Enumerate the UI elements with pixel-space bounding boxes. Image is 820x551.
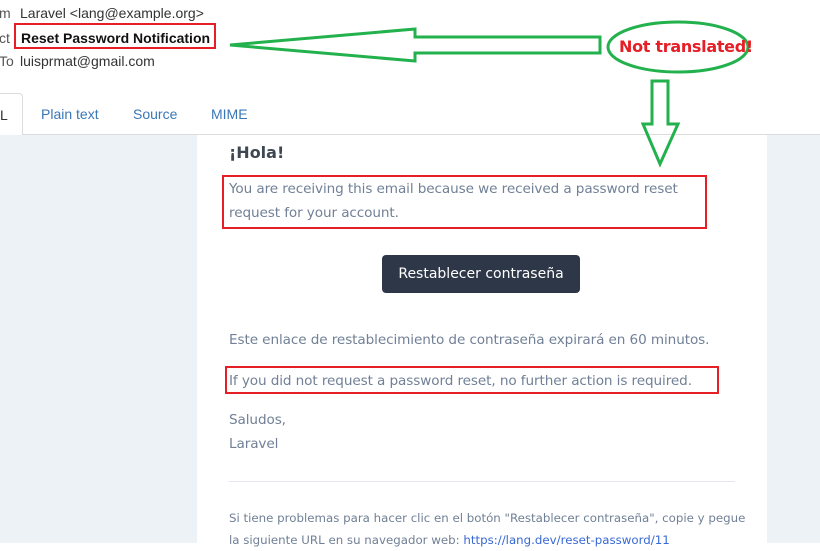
subject-highlight-box	[14, 23, 216, 49]
reset-url-link[interactable]: https://lang.dev/reset-password/11	[463, 533, 669, 547]
not-translated-callout: Not translated!	[619, 37, 753, 56]
email-greeting: ¡Hola!	[229, 143, 285, 162]
tab-source[interactable]: Source	[133, 93, 177, 135]
intro-highlight-box	[222, 175, 707, 229]
reset-password-button[interactable]: Restablecer contraseña	[382, 255, 580, 293]
from-value: Laravel <lang@example.org>	[20, 5, 204, 21]
email-signature: Laravel	[229, 436, 279, 452]
subcopy-divider	[229, 481, 735, 482]
to-value: luisprmat@gmail.com	[20, 53, 155, 69]
tab-mime[interactable]: MIME	[211, 93, 248, 135]
email-expire-line: Este enlace de restablecimiento de contr…	[229, 332, 710, 348]
tab-plain-text[interactable]: Plain text	[41, 93, 99, 135]
subject-label: ct	[0, 30, 10, 46]
email-salutation: Saludos,	[229, 412, 286, 428]
no-action-highlight-box	[225, 366, 719, 394]
email-subcopy: Si tiene problemas para hacer clic en el…	[229, 507, 749, 551]
from-label: m	[0, 5, 11, 21]
to-label: To	[0, 53, 14, 69]
view-tabs: L Plain text Source MIME	[0, 93, 820, 136]
left-arrow-annotation	[229, 27, 602, 63]
tab-html[interactable]: L	[0, 93, 23, 136]
